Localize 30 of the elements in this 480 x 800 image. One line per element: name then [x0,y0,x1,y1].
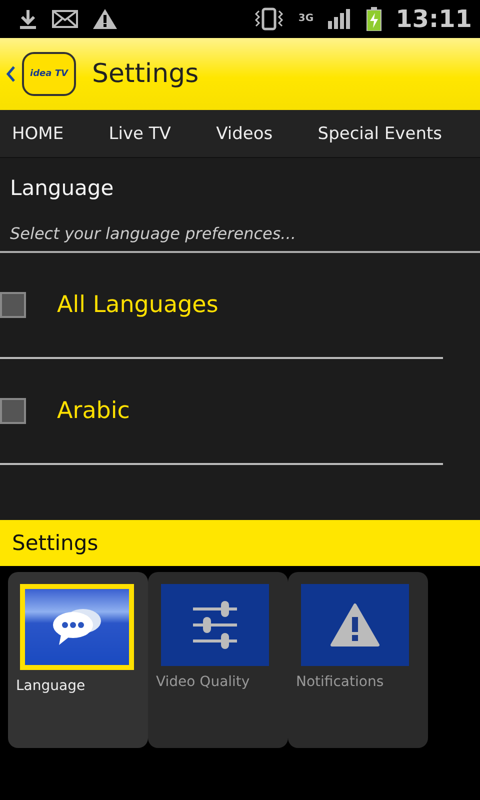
tile-label: Notifications [296,674,385,690]
menu-tile[interactable]: Notifications [288,572,428,748]
network-type-label: 3G [298,14,314,24]
section-subtitle: Select your language preferences... [0,204,480,253]
section-title: Language [9,175,115,202]
back-icon[interactable] [6,65,16,83]
screen-title: Settings [92,59,199,89]
app-logo: idea TV [22,52,76,96]
language-option[interactable]: All Languages [57,292,218,318]
menu-tile[interactable]: Video Quality [148,572,288,748]
download-icon [18,8,38,30]
checkbox[interactable] [0,292,26,318]
nav-tab[interactable]: Live TV [108,124,171,144]
checkbox[interactable] [0,398,26,424]
sliders-icon [191,601,239,649]
warning-icon [330,603,380,647]
mail-icon [52,10,78,28]
signal-icon [328,9,352,29]
warning-icon [92,8,118,30]
menu-tile[interactable]: Language [8,572,148,748]
tile-label: Video Quality [156,674,251,690]
nav-tab[interactable]: Special Events [318,124,442,144]
vibrate-icon [254,7,284,31]
nav-tab[interactable]: Videos [216,124,273,144]
nav-tab[interactable]: HOME [12,124,64,144]
tile-label: Language [16,678,86,694]
language-option[interactable]: Arabic [57,398,130,424]
menu-title-bar: Settings [0,520,480,566]
battery-charging-icon [366,7,382,31]
clock: 13:11 [396,5,472,33]
